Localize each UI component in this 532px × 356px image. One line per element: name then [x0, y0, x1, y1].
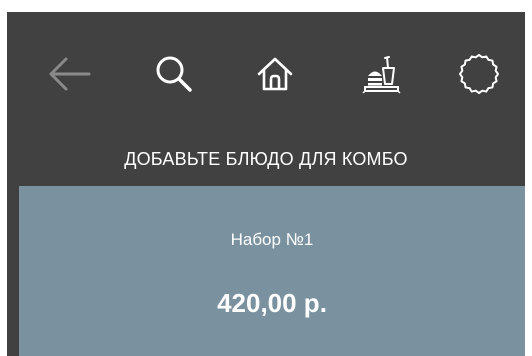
- search-icon: [156, 56, 192, 92]
- combo-item-price: 420,00 р.: [217, 288, 327, 318]
- app-screen: ДОБАВЬТЕ БЛЮДО ДЛЯ КОМБО Набор №1 420,00…: [7, 12, 525, 356]
- combo-item-name: Набор №1: [230, 230, 314, 249]
- home-icon: [257, 57, 293, 91]
- toolbar: [7, 12, 525, 134]
- back-arrow-icon: [49, 57, 91, 91]
- page-heading: ДОБАВЬТЕ БЛЮДО ДЛЯ КОМБО: [124, 148, 408, 169]
- search-button[interactable]: [150, 50, 198, 98]
- settings-button[interactable]: [455, 50, 503, 98]
- settings-icon: [459, 54, 499, 94]
- combo-meal-button[interactable]: [357, 50, 405, 98]
- combo-meal-icon: [362, 56, 401, 94]
- combo-item-card[interactable]: Набор №1 420,00 р.: [19, 186, 525, 356]
- back-button[interactable]: [45, 50, 93, 98]
- home-button[interactable]: [251, 50, 299, 98]
